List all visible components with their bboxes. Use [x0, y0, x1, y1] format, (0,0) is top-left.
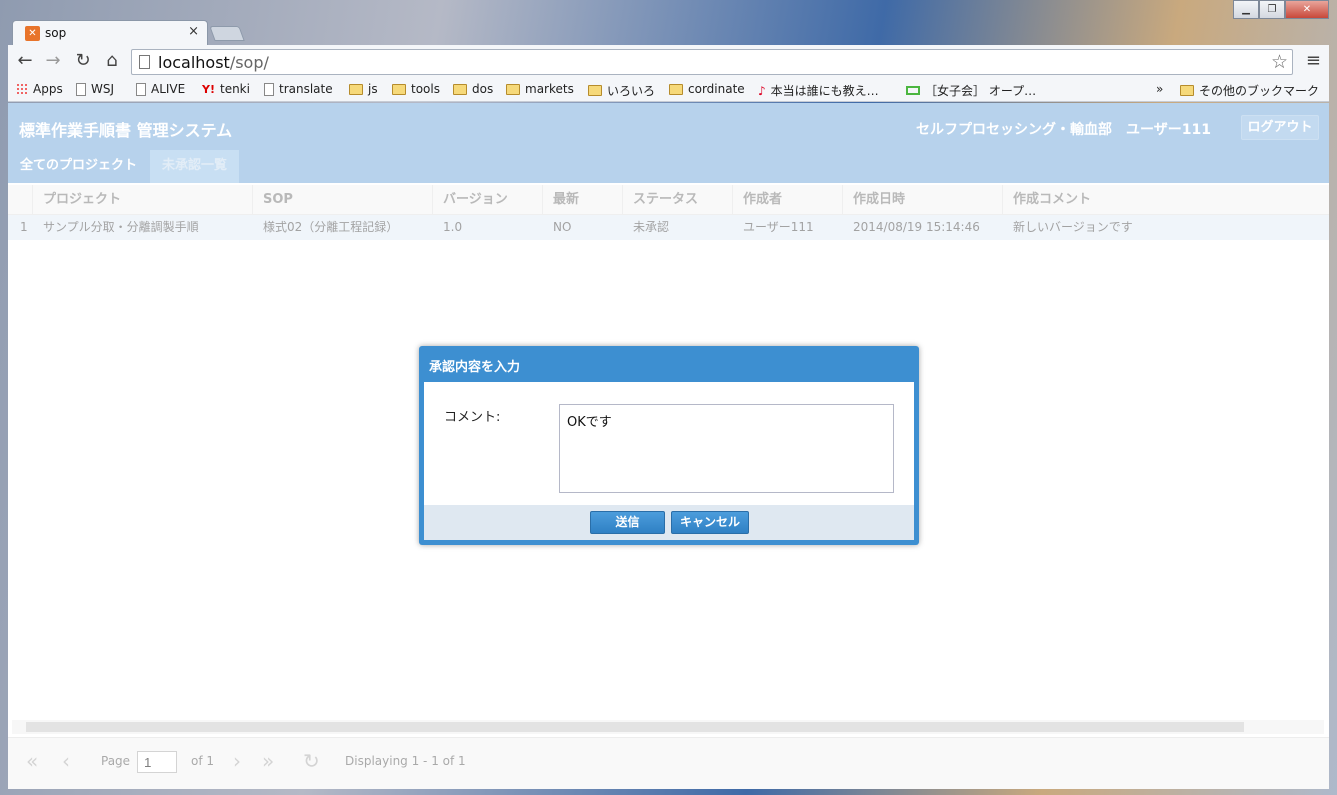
column-header[interactable]: 作成コメント [1003, 185, 1329, 214]
bookmark-iroiro[interactable]: いろいろ [588, 82, 655, 99]
page-number-input[interactable] [137, 751, 177, 773]
cancel-button[interactable]: キャンセル [671, 511, 749, 534]
bookmark-wsj[interactable]: WSJ [76, 82, 114, 96]
app-tabs: 全てのプロジェクト 未承認一覧 [8, 150, 1329, 183]
next-page-icon[interactable]: › [233, 749, 241, 773]
bookmark-alive[interactable]: ALIVE [136, 82, 185, 96]
table-cell: 1.0 [443, 220, 463, 234]
bookmark-other[interactable]: その他のブックマーク [1180, 82, 1319, 99]
row-number: 1 [20, 220, 28, 234]
bookmark-dos[interactable]: dos [453, 82, 493, 96]
approval-dialog: 承認内容を入力 コメント: OKです 送信 キャンセル [419, 346, 919, 545]
back-arrow-icon[interactable]: ← [14, 51, 36, 71]
yahoo-icon: Y! [202, 82, 215, 96]
folder-icon [669, 83, 683, 95]
sop-grid: プロジェクト SOP バージョン 最新 ステータス 作成者 作成日時 作成コメン… [8, 185, 1329, 240]
forward-arrow-icon[interactable]: → [42, 51, 64, 71]
comment-textarea[interactable]: OKです [559, 404, 894, 493]
folder-icon [392, 83, 406, 95]
scrollbar-thumb[interactable] [26, 722, 1244, 732]
menu-icon[interactable]: ≡ [1306, 50, 1321, 71]
folder-icon [453, 83, 467, 95]
first-page-icon[interactable]: « [26, 749, 38, 773]
bookmark-tools[interactable]: tools [392, 82, 440, 96]
last-page-icon[interactable]: » [262, 749, 274, 773]
maximize-button[interactable]: ❐ [1259, 0, 1285, 19]
table-cell: ユーザー111 [743, 220, 814, 234]
submit-button[interactable]: 送信 [590, 511, 665, 534]
bookmarks-bar: Apps WSJ ALIVE Y! tenki translate js tool… [8, 78, 1329, 102]
xampp-icon: ✕ [25, 26, 40, 41]
displaying-info: Displaying 1 - 1 of 1 [345, 754, 466, 768]
column-header[interactable]: バージョン [433, 185, 543, 214]
column-header[interactable]: 作成者 [733, 185, 843, 214]
music-icon: ♪ [758, 83, 766, 98]
reload-icon[interactable]: ↻ [72, 51, 94, 71]
refresh-icon[interactable]: ↻ [303, 749, 320, 773]
bookmark-markets[interactable]: markets [506, 82, 574, 96]
folder-icon [1180, 85, 1194, 96]
column-header[interactable]: 作成日時 [843, 185, 1003, 214]
url-text[interactable]: localhost/sop/ [158, 53, 269, 72]
window-controls: ▁ ❐ ✕ [1233, 0, 1329, 19]
apps-icon [16, 83, 28, 95]
translate-icon [264, 82, 274, 96]
page-count: of 1 [191, 754, 215, 768]
paging-toolbar: « ‹ Page of 1 › » ↻ Displaying 1 - 1 of … [8, 737, 1329, 789]
grid-header: プロジェクト SOP バージョン 最新 ステータス 作成者 作成日時 作成コメン… [8, 185, 1329, 215]
bookmark-tenki[interactable]: Y! tenki [202, 82, 250, 96]
tab-unapproved[interactable]: 未承認一覧 [150, 150, 240, 183]
home-icon[interactable]: ⌂ [101, 51, 123, 71]
table-cell: 様式02（分離工程記録） [263, 220, 399, 234]
bookmark-music[interactable]: ♪ 本当は誰にも教え… [758, 82, 879, 99]
app-header: 標準作業手順書 管理システム セルフプロセッシング・輸血部 ユーザー111 ログ… [8, 103, 1329, 150]
row-number-header [8, 185, 33, 214]
horizontal-scrollbar[interactable] [12, 720, 1324, 734]
bookmarks-overflow[interactable]: » [1156, 82, 1163, 96]
dialog-footer: 送信 キャンセル [424, 505, 914, 540]
user-info: セルフプロセッシング・輸血部 ユーザー111 [916, 122, 1211, 138]
bookmark-star-icon[interactable]: ☆ [1271, 51, 1288, 73]
close-tab-icon[interactable]: × [188, 24, 199, 39]
browser-titlebar: ✕ sop × ▁ ❐ ✕ [0, 0, 1337, 47]
bookmark-cordinate[interactable]: cordinate [669, 82, 745, 96]
minimize-button[interactable]: ▁ [1233, 0, 1259, 19]
bookmark-translate[interactable]: translate [264, 82, 333, 96]
app-title: 標準作業手順書 管理システム [19, 121, 233, 140]
browser-toolbar: ← → ↻ ⌂ localhost/sop/ ☆ ≡ [8, 45, 1329, 78]
folder-icon [506, 83, 520, 95]
column-header[interactable]: ステータス [623, 185, 733, 214]
table-cell: 未承認 [633, 220, 670, 234]
column-header[interactable]: プロジェクト [33, 185, 253, 214]
browser-tab[interactable]: ✕ sop × [12, 20, 208, 47]
dialog-body: コメント: OKです [424, 382, 914, 505]
tab-all-projects[interactable]: 全てのプロジェクト [8, 150, 149, 183]
green-icon [906, 86, 920, 95]
bookmark-js[interactable]: js [349, 82, 378, 96]
tab-title: sop [45, 26, 67, 40]
page-label: Page [101, 754, 131, 768]
folder-icon [588, 85, 602, 96]
table-row[interactable]: 1 サンプル分取・分離調製手順 様式02（分離工程記録） 1.0 NO 未承認 … [8, 215, 1329, 240]
logout-button[interactable]: ログアウト [1241, 115, 1319, 140]
bookmark-apps[interactable]: Apps [16, 82, 63, 96]
table-cell: 新しいバージョンです [1013, 220, 1133, 234]
folder-icon [349, 83, 363, 95]
page-icon [136, 82, 146, 96]
comment-label: コメント: [444, 410, 501, 425]
new-tab-button[interactable] [209, 26, 245, 41]
page-icon [139, 55, 150, 69]
dialog-title: 承認内容を入力 [429, 360, 521, 375]
address-bar[interactable]: localhost/sop/ ☆ [131, 49, 1293, 75]
table-cell: サンプル分取・分離調製手順 [43, 220, 199, 234]
wsj-icon [76, 82, 86, 96]
table-cell: NO [553, 220, 572, 234]
prev-page-icon[interactable]: ‹ [62, 749, 70, 773]
bookmark-joshikai[interactable]: ［女子会］ オープ… [906, 82, 1036, 99]
column-header[interactable]: 最新 [543, 185, 623, 214]
table-cell: 2014/08/19 15:14:46 [853, 220, 980, 234]
column-header[interactable]: SOP [253, 185, 433, 214]
close-window-button[interactable]: ✕ [1285, 0, 1329, 19]
